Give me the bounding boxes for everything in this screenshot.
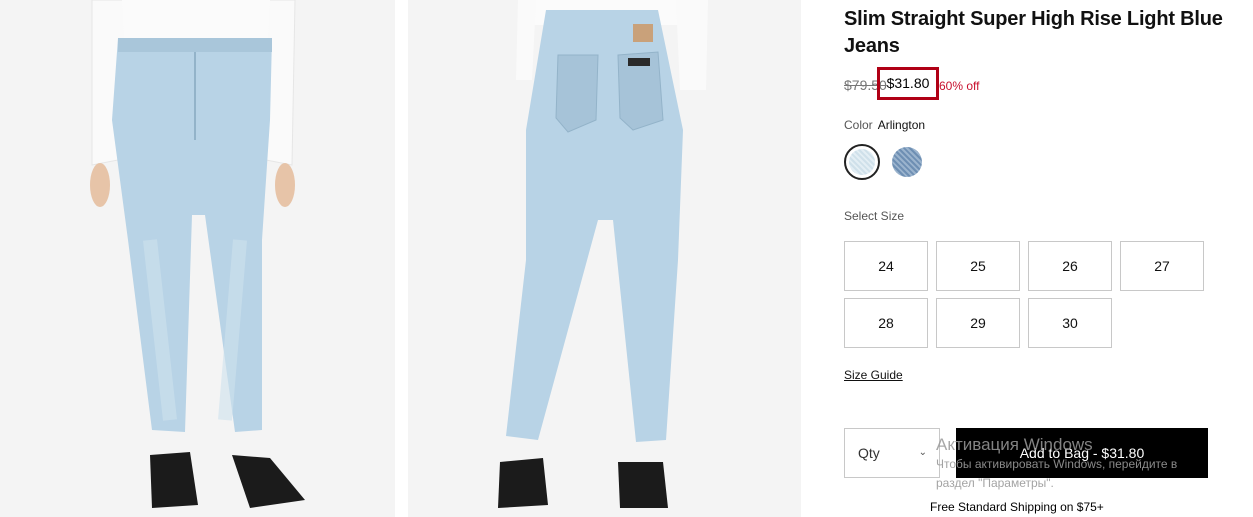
- chevron-down-icon: ⌄: [918, 447, 927, 458]
- jeans-front-illustration: [0, 0, 395, 517]
- size-option-29[interactable]: 29: [936, 298, 1020, 348]
- add-to-bag-button[interactable]: Add to Bag - $31.80: [956, 428, 1208, 478]
- color-value: Arlington: [877, 118, 926, 132]
- size-option-25[interactable]: 25: [936, 241, 1020, 291]
- size-label: Select Size: [844, 209, 905, 223]
- sale-price: $31.80: [877, 67, 939, 100]
- shipping-note: Free Standard Shipping on $75+: [930, 500, 1104, 514]
- size-option-30[interactable]: 30: [1028, 298, 1112, 348]
- size-guide-link[interactable]: Size Guide: [844, 368, 903, 382]
- product-image-front[interactable]: [0, 0, 395, 517]
- product-details: Slim Straight Super High Rise Light Blue…: [844, 0, 1244, 478]
- jeans-back-illustration: [408, 0, 801, 517]
- color-swatches: [844, 144, 1244, 194]
- product-image-back[interactable]: [408, 0, 801, 517]
- size-option-27[interactable]: 27: [1120, 241, 1204, 291]
- qty-label: Qty: [858, 445, 880, 461]
- light-denim-swatch-icon: [849, 149, 875, 175]
- swatch-dark-denim[interactable]: [892, 147, 922, 177]
- size-option-26[interactable]: 26: [1028, 241, 1112, 291]
- size-grid: 24 25 26 27 28 29 30: [844, 241, 1244, 363]
- size-option-24[interactable]: 24: [844, 241, 928, 291]
- color-label: Color: [844, 118, 873, 132]
- price-row: $79.50 $31.80 60% off: [844, 67, 1244, 100]
- color-row: Color Arlington: [844, 118, 1244, 134]
- size-option-28[interactable]: 28: [844, 298, 928, 348]
- quantity-select[interactable]: Qty ⌄: [844, 428, 940, 478]
- discount-badge: 60% off: [939, 79, 980, 93]
- product-title: Slim Straight Super High Rise Light Blue…: [844, 8, 1223, 57]
- swatch-arlington[interactable]: [844, 144, 880, 180]
